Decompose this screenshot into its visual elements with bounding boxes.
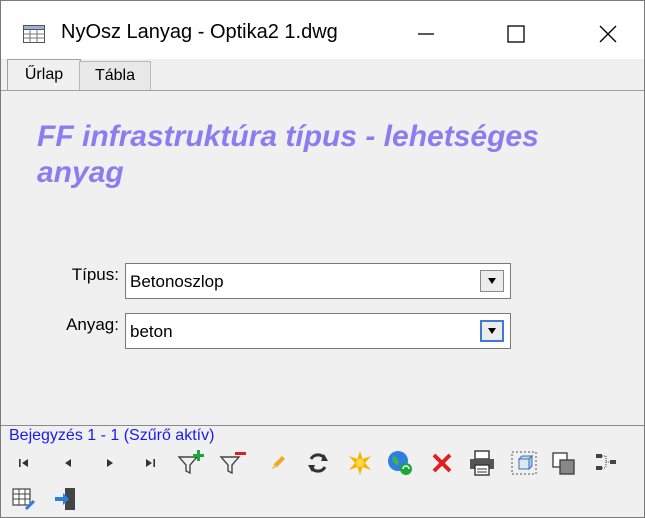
previous-record-button[interactable] — [53, 447, 83, 479]
network-button[interactable] — [591, 447, 621, 479]
maximize-icon — [507, 25, 525, 43]
delete-button[interactable] — [427, 447, 457, 479]
network-icon — [596, 454, 616, 470]
web-refresh-icon — [388, 451, 412, 475]
tipus-combobox[interactable]: Betonoszlop — [125, 263, 511, 299]
previous-record-icon — [65, 459, 71, 467]
first-record-button[interactable] — [9, 447, 39, 479]
tab-tabla[interactable]: Tábla — [79, 61, 151, 90]
maximize-button[interactable] — [493, 11, 539, 57]
table-app-icon — [23, 25, 45, 43]
edit-pencil-icon — [272, 456, 285, 469]
tipus-dropdown-button[interactable] — [480, 270, 504, 292]
filter-remove-button[interactable] — [219, 447, 249, 479]
tipus-label: Típus: — [71, 265, 119, 284]
print-button[interactable] — [467, 447, 497, 479]
exit-button[interactable] — [51, 483, 81, 515]
copy-object-icon — [552, 452, 575, 475]
delete-icon — [432, 453, 452, 473]
table-edit-button[interactable] — [9, 483, 39, 515]
record-status: Bejegyzés 1 - 1 (Szűrő aktív) — [9, 427, 215, 444]
close-icon — [599, 25, 617, 43]
web-refresh-button[interactable] — [385, 447, 415, 479]
new-record-button[interactable] — [345, 447, 375, 479]
filter-add-button[interactable] — [177, 447, 207, 479]
status-separator — [1, 425, 644, 426]
close-button[interactable] — [585, 11, 631, 57]
next-record-button[interactable] — [95, 447, 125, 479]
tab-label: Űrlap — [24, 66, 64, 83]
app-window: NyOsz Lanyag - Optika2 1.dwg Űrlap Tábla… — [0, 0, 645, 518]
dropdown-arrow-icon — [488, 328, 496, 334]
select-object-button[interactable] — [509, 447, 539, 479]
anyag-combobox[interactable]: beton — [125, 313, 511, 349]
filter-remove-icon — [219, 452, 246, 475]
dropdown-arrow-icon — [488, 278, 496, 284]
form-title: FF infrastruktúra típus - lehetséges any… — [37, 120, 539, 189]
title-bar[interactable]: NyOsz Lanyag - Optika2 1.dwg — [1, 1, 644, 59]
minimize-icon — [418, 33, 434, 35]
new-record-icon — [349, 451, 371, 475]
exit-icon — [55, 488, 75, 510]
print-icon — [470, 450, 494, 476]
refresh-button[interactable] — [303, 447, 333, 479]
filter-add-icon — [177, 450, 204, 475]
minimize-button[interactable] — [403, 11, 449, 57]
refresh-icon — [308, 453, 328, 473]
anyag-value: beton — [130, 322, 173, 341]
anyag-label: Anyag: — [66, 315, 119, 334]
anyag-dropdown-button[interactable] — [480, 320, 504, 342]
select-object-icon — [511, 451, 537, 475]
table-edit-icon — [12, 488, 36, 511]
first-record-icon — [19, 459, 28, 467]
tipus-value: Betonoszlop — [130, 272, 224, 291]
tab-divider — [1, 90, 644, 91]
tab-urlap[interactable]: Űrlap — [7, 59, 81, 90]
tab-label: Tábla — [94, 67, 136, 84]
window-title: NyOsz Lanyag - Optika2 1.dwg — [61, 21, 338, 43]
edit-button[interactable] — [263, 447, 293, 479]
last-record-button[interactable] — [135, 447, 165, 479]
next-record-icon — [107, 459, 113, 467]
copy-object-button[interactable] — [549, 447, 579, 479]
last-record-icon — [146, 459, 155, 467]
